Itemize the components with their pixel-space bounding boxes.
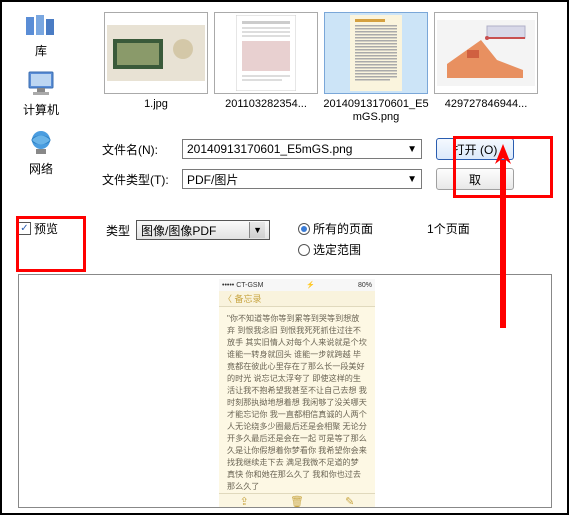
- filetype-combo[interactable]: PDF/图片 ▼: [182, 169, 422, 189]
- radio-icon: [298, 244, 310, 256]
- share-icon: ⇪: [240, 495, 249, 508]
- file-name: 429727846944...: [432, 98, 540, 124]
- phone-toolbar: ⇪ 🗑 ✎: [219, 493, 375, 508]
- filetype-value: PDF/图片: [187, 171, 238, 188]
- places-sidebar: 库 计算机 网络: [10, 10, 72, 187]
- file-name: 201103282354...: [212, 98, 320, 124]
- open-button[interactable]: 打开 (O): [436, 138, 514, 160]
- radio-all-pages[interactable]: 所有的页面: [298, 220, 373, 237]
- sidebar-label: 计算机: [10, 101, 72, 118]
- page-count: 1个页面: [427, 220, 470, 237]
- preview-checkbox-label: 预览: [34, 220, 58, 237]
- filename-value: 20140913170601_E5mGS.png: [187, 142, 352, 156]
- thumbnail-row: 1.jpg 201103282354... 20140913170601_E5m…: [102, 12, 557, 124]
- file-browser: 1.jpg 201103282354... 20140913170601_E5m…: [102, 12, 557, 190]
- sidebar-item-network[interactable]: 网络: [10, 128, 72, 177]
- network-icon: [23, 128, 59, 158]
- dropdown-arrow-icon: ▼: [249, 222, 265, 238]
- file-thumbnail[interactable]: 20140913170601_E5mGS.png: [322, 12, 430, 124]
- phone-status-bar: ••••• CT-GSM⚡80%: [219, 279, 375, 291]
- sidebar-label: 网络: [10, 160, 72, 177]
- phone-nav-header: 〈 备忘录: [219, 291, 375, 307]
- filename-combo[interactable]: 20140913170601_E5mGS.png ▼: [182, 139, 422, 159]
- dropdown-arrow-icon: ▼: [407, 144, 417, 155]
- file-name: 1.jpg: [102, 98, 210, 124]
- type-label: 类型: [106, 222, 130, 239]
- sidebar-item-libraries[interactable]: 库: [10, 10, 72, 59]
- phone-note-body: "你不知道等你等到累等到哭等到想放弃 到恨我念旧 到恨我死死抓住过往不放手 其实…: [219, 307, 375, 493]
- type-value: 图像/图像PDF: [141, 222, 216, 239]
- sidebar-item-computer[interactable]: 计算机: [10, 69, 72, 118]
- checkbox-icon: ✓: [18, 222, 31, 235]
- preview-pane: ••••• CT-GSM⚡80% 〈 备忘录 "你不知道等你等到累等到哭等到想放…: [18, 274, 552, 508]
- preview-checkbox[interactable]: ✓ 预览: [18, 220, 58, 237]
- file-thumbnail[interactable]: 429727846944...: [432, 12, 540, 124]
- filetype-label: 文件类型(T):: [102, 171, 182, 188]
- radio-label: 所有的页面: [313, 220, 373, 237]
- delete-icon: 🗑: [290, 495, 304, 508]
- phone-screenshot: ••••• CT-GSM⚡80% 〈 备忘录 "你不知道等你等到累等到哭等到想放…: [219, 279, 375, 508]
- file-thumbnail[interactable]: 1.jpg: [102, 12, 210, 124]
- radio-icon: [298, 223, 310, 235]
- sidebar-label: 库: [10, 42, 72, 59]
- cancel-button[interactable]: 取: [436, 168, 514, 190]
- type-combo[interactable]: 图像/图像PDF ▼: [136, 220, 270, 240]
- compose-icon: ✎: [345, 495, 354, 508]
- filename-label: 文件名(N):: [102, 141, 182, 158]
- libraries-icon: [23, 10, 59, 40]
- radio-selected-range[interactable]: 选定范围: [298, 241, 373, 258]
- radio-label: 选定范围: [313, 241, 361, 258]
- file-thumbnail[interactable]: 201103282354...: [212, 12, 320, 124]
- computer-icon: [23, 69, 59, 99]
- file-name: 20140913170601_E5mGS.png: [322, 98, 430, 124]
- dropdown-arrow-icon: ▼: [407, 174, 417, 185]
